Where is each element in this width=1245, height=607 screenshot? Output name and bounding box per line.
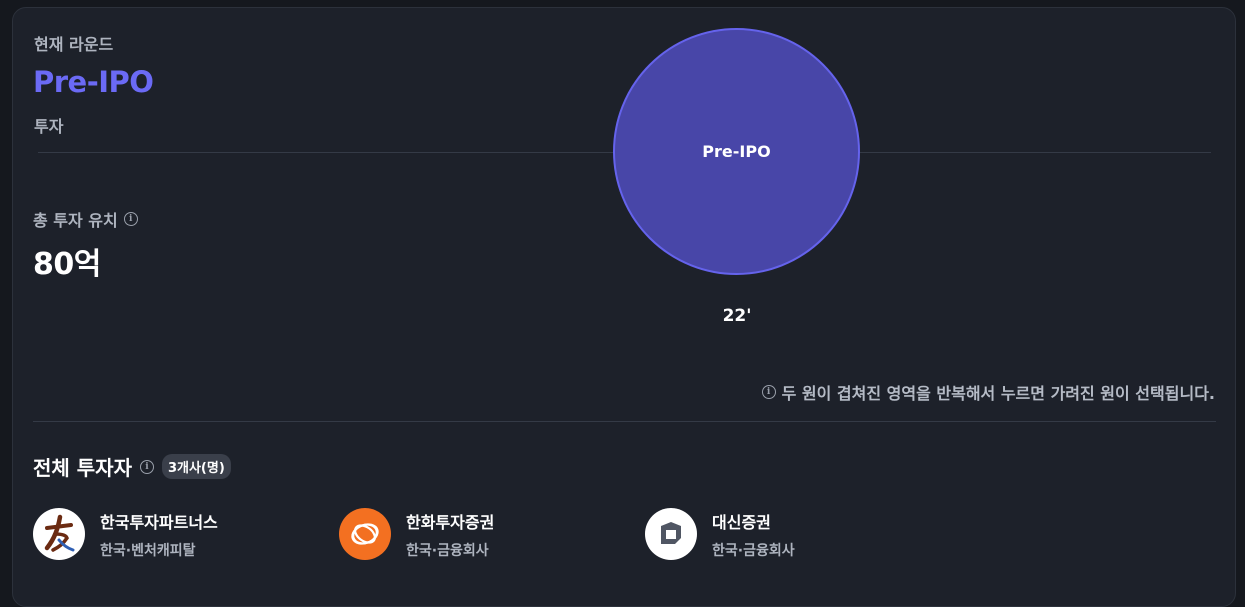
overlap-hint-text: 두 원이 겹쳐진 영역을 반복해서 누르면 가려진 원이 선택됩니다. (781, 384, 1215, 403)
investor-meta: 한국·금융회사 (712, 542, 795, 559)
investor-meta: 한국·금융회사 (406, 542, 489, 559)
year-label: 22' (722, 306, 752, 326)
korea-investment-partners-logo (33, 508, 85, 560)
current-round-label: 현재 라운드 (34, 35, 114, 54)
investor-item[interactable]: 한화투자증권 한국·금융회사 (339, 508, 494, 560)
investor-meta: 한국·벤처캐피탈 (100, 542, 196, 559)
divider (33, 421, 1216, 422)
investor-name: 한국투자파트너스 (100, 512, 218, 532)
info-icon: i (761, 385, 776, 399)
investor-count-badge: 3개사(명) (161, 454, 231, 479)
info-icon[interactable]: i (123, 212, 138, 226)
investors-title: 전체 투자자 (33, 456, 132, 480)
total-investment-label: 총 투자 유치 i (33, 207, 138, 231)
total-investment-label-text: 총 투자 유치 (33, 211, 118, 230)
investor-name: 대신증권 (712, 512, 771, 532)
investor-item[interactable]: 대신증권 한국·금융회사 (645, 508, 795, 560)
round-circle-pre-ipo[interactable]: Pre-IPO (613, 28, 860, 275)
investors-header: 전체 투자자 i 3개사(명) (33, 452, 231, 481)
current-round-type: 투자 (34, 117, 64, 136)
investor-name: 한화투자증권 (406, 512, 495, 532)
round-circle-label: Pre-IPO (702, 142, 771, 161)
total-investment-value: 80억 (33, 247, 101, 282)
hanwha-logo (339, 508, 391, 560)
current-round-name: Pre-IPO (33, 65, 154, 99)
info-icon[interactable]: i (139, 459, 154, 474)
investor-item[interactable]: 한국투자파트너스 한국·벤처캐피탈 (33, 508, 218, 560)
investment-round-card: 현재 라운드 Pre-IPO 투자 총 투자 유치 i 80억 Pre-IPO … (12, 7, 1236, 607)
overlap-hint: i 두 원이 겹쳐진 영역을 반복해서 누르면 가려진 원이 선택됩니다. (761, 380, 1215, 404)
daishin-logo (645, 508, 697, 560)
